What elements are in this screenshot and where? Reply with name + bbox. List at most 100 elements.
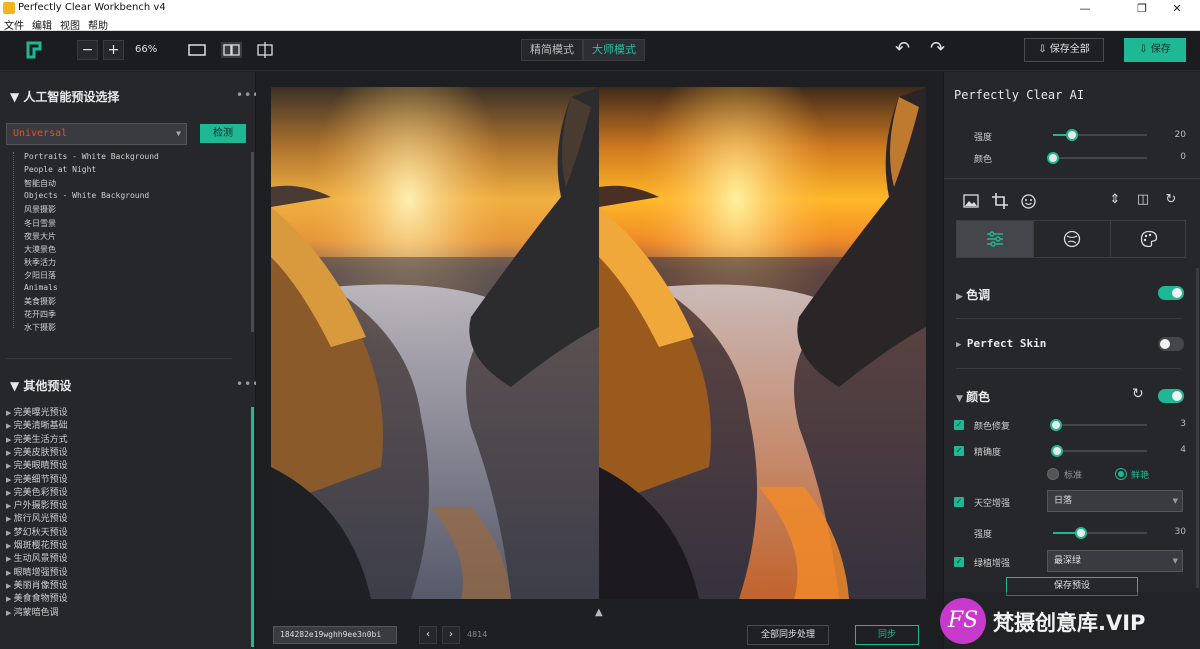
other-preset-item[interactable]: ▶ 户外摄影预设 bbox=[6, 498, 68, 511]
other-preset-item[interactable]: ▶ 美丽肖像预设 bbox=[6, 578, 68, 591]
other-preset-scrollbar[interactable] bbox=[251, 407, 254, 647]
ai-preset-item[interactable]: 花开四季 bbox=[24, 309, 56, 320]
tab-effects[interactable] bbox=[1033, 221, 1110, 257]
reset-icon[interactable]: ↻ bbox=[1132, 386, 1144, 402]
sky-checkbox[interactable]: ✓ bbox=[954, 497, 964, 507]
tab-adjust[interactable] bbox=[957, 221, 1033, 257]
next-image-button[interactable]: › bbox=[442, 626, 460, 644]
close-button[interactable]: ✕ bbox=[1154, 0, 1200, 17]
prev-image-button[interactable]: ‹ bbox=[419, 626, 437, 644]
ai-preset-item[interactable]: Animals bbox=[24, 283, 58, 292]
radio-standard[interactable] bbox=[1047, 468, 1059, 480]
other-preset-item[interactable]: ▶ 旅行风光预设 bbox=[6, 511, 68, 524]
slider-knob[interactable] bbox=[1049, 419, 1062, 431]
other-preset-section-header[interactable]: ▼ 其他预设 bbox=[10, 377, 71, 394]
right-panel-scrollbar[interactable] bbox=[1196, 268, 1199, 588]
redo-icon[interactable]: ↷ bbox=[930, 38, 945, 59]
rotate-icon[interactable]: ↻ bbox=[1163, 192, 1179, 207]
ai-preset-item[interactable]: 冬日雪景 bbox=[24, 218, 56, 229]
ai-preset-item[interactable]: 大漠景色 bbox=[24, 244, 56, 255]
single-view-icon[interactable] bbox=[188, 43, 206, 57]
menu-view[interactable]: 视图 bbox=[60, 17, 80, 32]
ai-preset-item[interactable]: 水下摄影 bbox=[24, 322, 56, 333]
menu-help[interactable]: 帮助 bbox=[88, 17, 108, 32]
preset-select[interactable]: Universal ▼ bbox=[6, 123, 187, 145]
ai-preset-item[interactable]: 夕阳日落 bbox=[24, 270, 56, 281]
slider-knob[interactable] bbox=[1050, 445, 1063, 457]
ai-preset-item[interactable]: 夜景大片 bbox=[24, 231, 56, 242]
color-label: 颜色 bbox=[974, 155, 993, 165]
menu-edit[interactable]: 编辑 bbox=[32, 17, 52, 32]
ai-preset-section-header[interactable]: ▼ 人工智能预设选择 bbox=[10, 88, 119, 105]
sync-all-button[interactable]: 全部同步处理 bbox=[747, 625, 829, 645]
other-preset-item[interactable]: ▶ 完美眼睛预设 bbox=[6, 458, 68, 471]
other-preset-item[interactable]: ▶ 眼睛增强预设 bbox=[6, 565, 68, 578]
other-preset-item[interactable]: ▶ 完美皮肤预设 bbox=[6, 445, 68, 458]
expand-filmstrip-icon[interactable]: ▲ bbox=[595, 607, 603, 618]
ai-preset-item[interactable]: 智能自动 bbox=[24, 178, 56, 189]
ai-preset-item[interactable]: 美食摄影 bbox=[24, 296, 56, 307]
slider-knob[interactable] bbox=[1047, 152, 1059, 164]
minimize-button[interactable]: — bbox=[1062, 0, 1108, 17]
menu-file[interactable]: 文件 bbox=[4, 17, 24, 32]
face-icon[interactable] bbox=[1021, 194, 1036, 209]
foliage-select-value: 最深绿 bbox=[1054, 556, 1082, 566]
tab-retouch[interactable] bbox=[1110, 221, 1186, 257]
color-toggle[interactable] bbox=[1158, 389, 1184, 403]
ai-preset-item[interactable]: 秋季活力 bbox=[24, 257, 56, 268]
save-all-button[interactable]: ⇩ 保存全部 bbox=[1024, 38, 1104, 62]
crop-icon[interactable] bbox=[992, 193, 1008, 209]
color-slider[interactable] bbox=[1047, 152, 1147, 164]
detect-button[interactable]: 检测 bbox=[200, 124, 246, 143]
sync-button[interactable]: 同步 bbox=[855, 625, 919, 645]
ai-preset-item[interactable]: 风景摄影 bbox=[24, 204, 56, 215]
other-preset-item[interactable]: ▶ 完美曝光预设 bbox=[6, 405, 68, 418]
before-image[interactable] bbox=[271, 87, 599, 599]
strength-slider[interactable] bbox=[1053, 129, 1147, 141]
other-preset-item[interactable]: ▶ 鸿蒙暗色调 bbox=[6, 605, 59, 618]
other-preset-item[interactable]: ▶ 完美色彩预设 bbox=[6, 485, 68, 498]
radio-vivid[interactable] bbox=[1115, 468, 1127, 480]
mode-master-tab[interactable]: 大师模式 bbox=[583, 39, 645, 61]
ai-preset-scrollbar[interactable] bbox=[251, 152, 254, 332]
save-button[interactable]: ⇩ 保存 bbox=[1124, 38, 1186, 62]
split-view-icon[interactable] bbox=[221, 42, 242, 58]
slider-knob[interactable] bbox=[1075, 527, 1088, 539]
foliage-checkbox[interactable]: ✓ bbox=[954, 557, 964, 567]
color-section-header[interactable]: ▼ 颜色 bbox=[956, 388, 990, 405]
filename-select[interactable]: 184282e19wghh9ee3n0bi bbox=[273, 626, 397, 644]
skin-toggle[interactable] bbox=[1158, 337, 1184, 351]
tone-section-header[interactable]: ▶ 色调 bbox=[956, 286, 990, 303]
other-preset-label: 完美清晰基础 bbox=[13, 421, 68, 432]
after-image[interactable] bbox=[599, 87, 926, 599]
color-fix-slider[interactable] bbox=[1049, 419, 1147, 431]
tone-toggle[interactable] bbox=[1158, 286, 1184, 300]
undo-icon[interactable]: ↶ bbox=[895, 38, 910, 59]
image-icon[interactable] bbox=[963, 194, 979, 208]
vibrance-slider[interactable] bbox=[1050, 445, 1147, 457]
foliage-select[interactable]: 最深绿 ▼ bbox=[1047, 550, 1183, 572]
vibrance-checkbox[interactable]: ✓ bbox=[954, 446, 964, 456]
compare-view-icon[interactable] bbox=[256, 42, 274, 58]
zoom-in-button[interactable]: + bbox=[103, 40, 124, 60]
flip-vertical-icon[interactable]: ⇕ bbox=[1107, 192, 1123, 207]
other-preset-item[interactable]: ▶ 完美细节预设 bbox=[6, 472, 68, 485]
other-preset-item[interactable]: ▶ 完美清晰基础 bbox=[6, 418, 68, 431]
other-preset-item[interactable]: ▶ 生动风景预设 bbox=[6, 551, 68, 564]
slider-knob[interactable] bbox=[1065, 129, 1078, 141]
expand-arrow-icon: ▶ bbox=[6, 542, 14, 550]
other-preset-item[interactable]: ▶ 美食食物预设 bbox=[6, 591, 68, 604]
ai-preset-item[interactable]: Portraits - White Background bbox=[24, 152, 159, 161]
ai-preset-item[interactable]: People at Night bbox=[24, 165, 96, 174]
flip-horizontal-icon[interactable]: ◫ bbox=[1135, 192, 1151, 207]
ai-preset-item[interactable]: Objects - White Background bbox=[24, 191, 149, 200]
sky-strength-slider[interactable] bbox=[1053, 527, 1147, 539]
sky-select[interactable]: 日落 ▼ bbox=[1047, 490, 1183, 512]
other-preset-item[interactable]: ▶ 烟斑樱花预设 bbox=[6, 538, 68, 551]
mode-simple-tab[interactable]: 精简模式 bbox=[521, 39, 583, 61]
other-preset-item[interactable]: ▶ 梦幻秋天预设 bbox=[6, 525, 68, 538]
skin-section-header[interactable]: ▶ Perfect Skin bbox=[956, 337, 1046, 350]
other-preset-item[interactable]: ▶ 完美生活方式 bbox=[6, 432, 68, 445]
zoom-out-button[interactable]: − bbox=[77, 40, 98, 60]
color-fix-checkbox[interactable]: ✓ bbox=[954, 420, 964, 430]
